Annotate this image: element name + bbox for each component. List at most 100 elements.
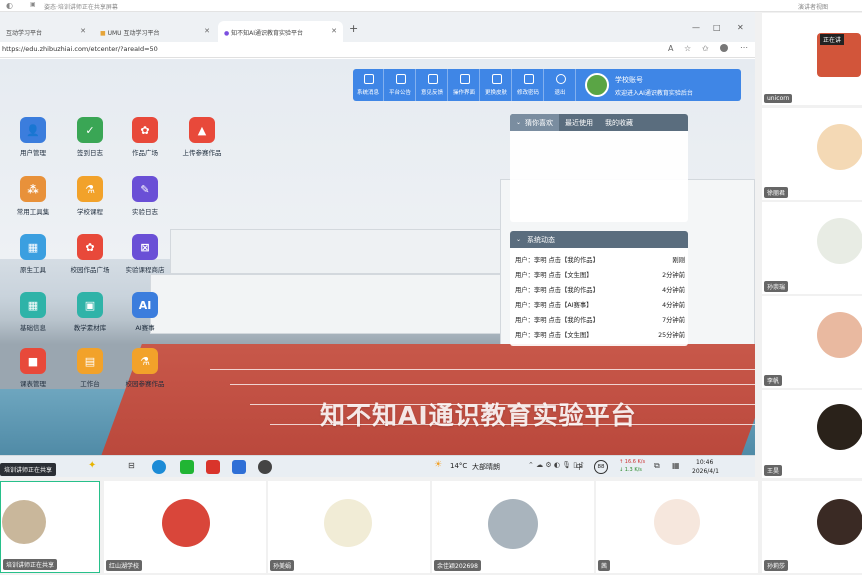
browser-tab-active[interactable]: ● 知不知AI通识教育实验平台 ✕ [218, 21, 343, 42]
app-icon: ⁂ [20, 176, 46, 202]
wps-icon[interactable] [206, 460, 220, 474]
new-tab-button[interactable]: + [349, 22, 358, 35]
participant-tile[interactable]: 红山湖学校 [104, 481, 266, 573]
shared-screen: 互动学习平台 ✕ ■ UMU 互动学习平台 ✕ ● 知不知AI通识教育实验平台 ✕ +… [0, 12, 755, 477]
app-tile[interactable]: ▲ 上传参赛作品 [172, 117, 232, 157]
app-icon: ✎ [132, 176, 158, 202]
minimize-button[interactable]: — [692, 23, 700, 32]
app-label: 实验日志 [132, 208, 158, 216]
announcement-button[interactable]: 平台公告 [385, 69, 416, 101]
dynamics-row[interactable]: 用户：李明 点击【文生图】 25分钟前 [515, 330, 685, 343]
task-view-icon[interactable]: ⊟ [128, 461, 135, 470]
maximize-button[interactable]: □ [713, 23, 721, 32]
track-lane [230, 384, 755, 385]
participant-name: unicorn [764, 94, 793, 103]
sparkle-icon[interactable]: ✦ [88, 460, 96, 471]
app-tile[interactable]: ✿ 校园作品广场 [60, 234, 120, 274]
dynamics-text: 用户：李明 点击【我的作品】 [515, 287, 599, 294]
more-menu-icon[interactable]: ⋯ [740, 43, 748, 52]
read-aloud-icon[interactable]: A [668, 44, 673, 53]
tab-my-collection[interactable]: 我的收藏 [599, 114, 639, 131]
chevron-down-icon: ⌄ [516, 236, 522, 243]
participant-tile[interactable]: 李帆 [762, 296, 862, 388]
logout-button[interactable]: 退出 [545, 69, 576, 101]
app-tile[interactable]: ✓ 签到日志 [60, 117, 120, 157]
participant-tile[interactable]: 孙美娟 [268, 481, 430, 573]
favorite-star-icon[interactable]: ☆ [684, 44, 691, 53]
app-tile[interactable]: ⚗ 学校课程 [60, 176, 120, 216]
browser-tab[interactable]: ■ UMU 互动学习平台 ✕ [94, 21, 216, 42]
participant-tile[interactable]: 孙崇瑞 [762, 202, 862, 294]
clock-date: 2026/4/1 [692, 468, 719, 475]
feedback-icon [428, 74, 438, 84]
app-icon: ✿ [132, 117, 158, 143]
app-label: 基础信息 [20, 324, 46, 332]
participant-tile-active[interactable]: 培训讲师正在共享 [0, 481, 100, 573]
profile-avatar[interactable] [720, 44, 728, 52]
clipboard-icon[interactable]: ▦ [672, 461, 680, 470]
app-tile[interactable]: ■ 课表管理 [3, 348, 63, 388]
media-player-icon[interactable] [258, 460, 272, 474]
change-skin-button[interactable]: 更换皮肤 [481, 69, 512, 101]
dynamics-text: 用户：李明 点击【AI赛事】 [515, 302, 593, 309]
participant-tile[interactable]: 余佳颖202698 [432, 481, 594, 573]
app-tile[interactable]: ✿ 作品广场 [115, 117, 175, 157]
close-icon[interactable]: ✕ [331, 27, 337, 35]
participant-name: 孙美娟 [270, 560, 295, 571]
app-tile[interactable]: ⚗ 校园参赛作品 [115, 348, 175, 388]
address-bar[interactable]: https://edu.zhibuzhiai.com/etcenter/?are… [0, 42, 755, 58]
wechat-icon[interactable] [180, 460, 194, 474]
app-tile[interactable]: ▦ 基础信息 [3, 292, 63, 332]
close-window-button[interactable]: ✕ [737, 23, 744, 32]
shirt-icon [492, 74, 502, 84]
app-tile[interactable]: ▣ 教学素材库 [60, 292, 120, 332]
image-app-icon[interactable] [232, 460, 246, 474]
participant-tile[interactable]: 正在讲 unicorn [762, 13, 862, 105]
speaker-view-button[interactable]: 演讲者视图 [798, 2, 828, 11]
account-title: 学校账号 [615, 76, 643, 84]
app-tile[interactable]: AI AI赛事 [115, 292, 175, 332]
app-tile[interactable]: ⊠ 实验课程商店 [115, 234, 175, 274]
edge-browser-icon[interactable] [152, 460, 166, 474]
interface-button[interactable]: 操作界面 [449, 69, 480, 101]
app-tile[interactable]: 👤 用户管理 [3, 117, 63, 157]
app-tile[interactable]: ✎ 实验日志 [115, 176, 175, 216]
net-up: ↑ 16.6 K/s [619, 459, 646, 465]
favorites-panel: ⌄ 猜你喜欢 最近使用 我的收藏 [510, 114, 688, 222]
participant-tile[interactable]: 王昊 [762, 390, 862, 478]
screenshot-icon[interactable]: ⧉ [654, 461, 660, 471]
app-icon: ▦ [20, 292, 46, 318]
dynamics-row[interactable]: 用户：李明 点击【AI赛事】 4分钟前 [515, 300, 685, 313]
app-label: 用户管理 [20, 149, 46, 157]
browser-tab[interactable]: 互动学习平台 ✕ [0, 21, 92, 42]
close-icon[interactable]: ✕ [204, 27, 210, 35]
collections-icon[interactable]: ✩ [702, 44, 709, 53]
dynamics-row[interactable]: 用户：李明 点击【文生图】 2分钟前 [515, 270, 685, 283]
app-label: 原生工具 [20, 266, 46, 274]
app-icon: ✿ [77, 234, 103, 260]
app-tile[interactable]: ▦ 原生工具 [3, 234, 63, 274]
participant-tile[interactable]: 徐丽君 [762, 108, 862, 200]
system-message-button[interactable]: 系统消息 [353, 69, 384, 101]
app-icon: ✓ [77, 117, 103, 143]
change-password-button[interactable]: 修改密码 [513, 69, 544, 101]
toolbar-label: 操作界面 [452, 90, 475, 96]
tab-guess-you-like[interactable]: ⌄ 猜你喜欢 [510, 114, 560, 131]
background-building [170, 229, 510, 274]
participant-tile[interactable]: 孙莉莎 [762, 481, 862, 573]
power-icon [556, 74, 566, 84]
weather-text: 大部晴朗 [472, 463, 500, 471]
dynamics-row[interactable]: 用户：李明 点击【我的作品】 4分钟前 [515, 285, 685, 298]
participant-tile[interactable]: 茜 [596, 481, 758, 573]
tab-recent[interactable]: 最近使用 [559, 114, 599, 131]
close-icon[interactable]: ✕ [80, 27, 86, 35]
battery-indicator[interactable]: 88 [594, 460, 608, 474]
dynamics-row[interactable]: 用户：李明 点击【我的作品】 刚刚 [515, 255, 685, 268]
app-tile[interactable]: ▤ 工作台 [60, 348, 120, 388]
url-text[interactable]: https://edu.zhibuzhiai.com/etcenter/?are… [2, 45, 158, 53]
feedback-button[interactable]: 意见反馈 [417, 69, 448, 101]
account-avatar[interactable] [585, 73, 609, 97]
dynamics-row[interactable]: 用户：李明 点击【我的作品】 7分钟前 [515, 315, 685, 328]
input-language[interactable]: 中 [576, 462, 583, 472]
app-tile[interactable]: ⁂ 常用工具集 [3, 176, 63, 216]
